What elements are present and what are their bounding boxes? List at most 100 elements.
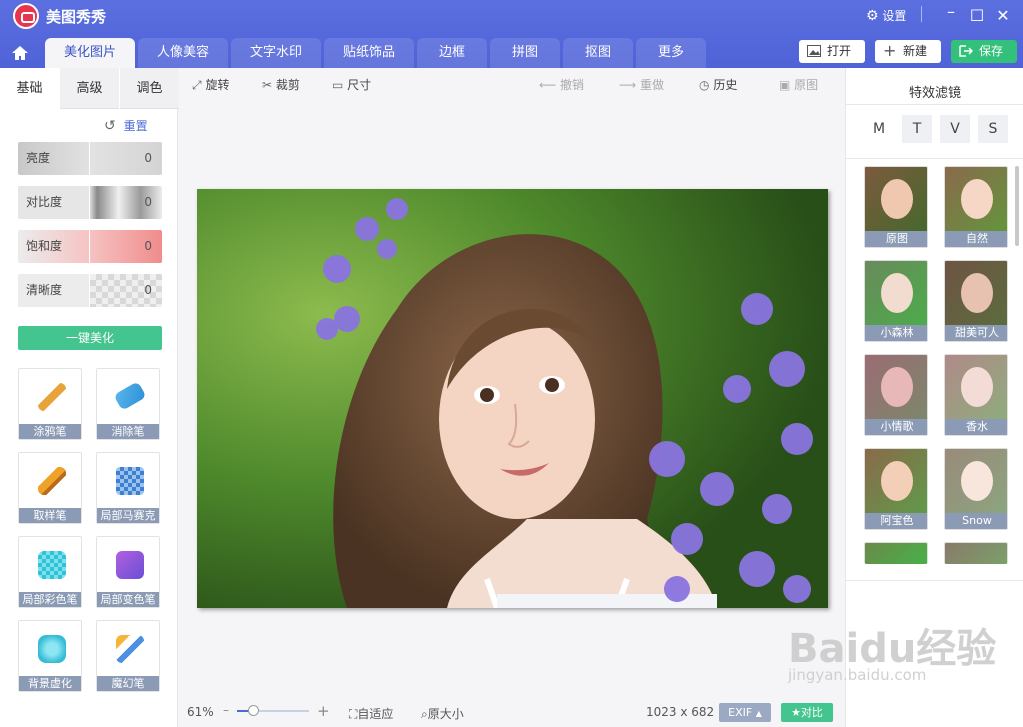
settings-button[interactable]: ⚙ 设置 [866,7,906,24]
tab-border[interactable]: 边框 [417,38,487,68]
zoom-level: 61% [187,705,214,719]
tab-advanced[interactable]: 高级 [60,68,119,109]
zoom-slider-handle[interactable] [248,705,259,716]
filter-thumb-snow[interactable]: Snow [944,448,1008,530]
filter-category-v[interactable]: V [940,115,970,143]
undo-arrow-icon: ⟵ [539,78,557,92]
tab-beautify[interactable]: 美化图片 [45,38,135,68]
saturation-slider[interactable]: 饱和度 0 [18,230,162,263]
size-button[interactable]: ▭ 尺寸 [332,76,371,93]
tool-mosaic-pen[interactable]: 局部马赛克 [96,452,160,524]
filter-category-m[interactable]: M [864,115,894,143]
tool-color-pen[interactable]: 局部彩色笔 [18,536,82,608]
filter-label: 小森林 [865,325,927,341]
tab-basic[interactable]: 基础 [0,68,59,109]
undo-button[interactable]: ⟵ 撤销 [539,76,584,93]
thumb-face [881,273,913,313]
tab-color-tone[interactable]: 调色 [120,68,179,109]
filter-thumb-sweet[interactable]: 甜美可人 [944,260,1008,342]
filter-thumb-original[interactable]: 原图 [864,166,928,248]
filter-scrollbar[interactable] [1015,166,1019,246]
tab-portrait[interactable]: 人像美容 [138,38,228,68]
redo-arrow-icon: ⟶ [619,78,637,92]
tab-text[interactable]: 文字水印 [231,38,321,68]
filter-thumb-love-song[interactable]: 小情歌 [864,354,928,436]
status-bar: 61% – + ⛶自适应 ⌕原大小 1023 x 682 EXIF ▲ ★对比 [179,700,844,727]
saturation-label: 饱和度 [26,239,63,253]
magnifier-icon: ⌕ [421,707,428,721]
crop-button[interactable]: ✂ 裁剪 [262,76,300,93]
image-icon: ▣ [779,78,791,92]
resize-icon: ▭ [332,78,344,92]
redo-button[interactable]: ⟶ 重做 [619,76,664,93]
blur-bg-icon [38,635,66,663]
divider [846,104,1023,105]
home-icon [12,46,28,60]
tool-label: 背景虚化 [19,676,81,691]
home-button[interactable] [0,38,40,68]
tab-stickers[interactable]: 贴纸饰品 [324,38,414,68]
tool-recolor-pen[interactable]: 局部变色笔 [96,536,160,608]
close-button[interactable]: ✕ [993,6,1013,25]
tab-more[interactable]: 更多 [636,38,706,68]
tool-sample-pen[interactable]: 取样笔 [18,452,82,524]
tool-eraser-pen[interactable]: 消除笔 [96,368,160,440]
compare-button[interactable]: ★对比 [781,703,833,722]
zoom-out-button[interactable]: – [223,703,229,717]
scissors-icon: ✂ [262,78,273,92]
filter-label: 香水 [945,419,1007,435]
tool-blur-background[interactable]: 背景虚化 [18,620,82,692]
tool-doodle-pen[interactable]: 涂鸦笔 [18,368,82,440]
fit-button[interactable]: ⛶自适应 [349,705,393,722]
left-panel: 基础 高级 调色 ↺ 重置 亮度 0 对比度 0 饱和度 0 清晰度 0 一键美… [0,68,179,727]
tool-label: 魔幻笔 [97,676,159,691]
sample-brush-icon [38,467,66,495]
brightness-slider[interactable]: 亮度 0 [18,142,162,175]
zoom-in-button[interactable]: + [317,702,330,720]
original-label: 原图 [794,78,819,92]
filter-thumb-partial[interactable] [944,542,1008,564]
caret-up-icon: ▲ [755,709,762,718]
actual-size-button[interactable]: ⌕原大小 [421,705,464,722]
tool-label: 取样笔 [19,508,81,523]
filter-label: 甜美可人 [945,325,1007,341]
photo-canvas[interactable] [197,189,828,608]
tab-collage[interactable]: 拼图 [490,38,560,68]
save-label: 保存 [979,44,1004,58]
tool-magic-pen[interactable]: 魔幻笔 [96,620,160,692]
open-button[interactable]: 打开 [799,40,865,63]
filter-category-t[interactable]: T [902,115,932,143]
contrast-slider[interactable]: 对比度 0 [18,186,162,219]
magic-pen-icon [116,635,144,663]
undo-label: 撤销 [560,78,585,92]
clarity-value: 0 [144,283,152,297]
gear-icon: ⚙ [866,8,879,24]
filter-label: 阿宝色 [865,513,927,529]
open-label: 打开 [827,44,852,58]
minimize-button[interactable]: – [941,2,961,21]
filter-thumb-forest[interactable]: 小森林 [864,260,928,342]
rotate-button[interactable]: ⤢ 旋转 [192,76,229,93]
clarity-slider[interactable]: 清晰度 0 [18,274,162,307]
maximize-button[interactable]: ☐ [967,6,987,25]
filter-thumb-partial[interactable] [864,542,928,564]
thumb-face [961,179,993,219]
filter-category-s[interactable]: S [978,115,1008,143]
exif-button[interactable]: EXIF ▲ [719,703,771,722]
redo-label: 重做 [640,78,665,92]
filter-thumb-natural[interactable]: 自然 [944,166,1008,248]
new-button[interactable]: + 新建 [875,40,941,63]
color-pen-icon [38,551,66,579]
app-logo-icon [13,3,39,29]
original-button[interactable]: ▣ 原图 [779,76,818,93]
actual-size-label: 原大小 [427,707,464,721]
save-button[interactable]: 保存 [951,40,1017,63]
reset-button[interactable]: ↺ 重置 [104,117,148,134]
history-button[interactable]: ◷ 历史 [699,76,737,93]
tab-cutout[interactable]: 抠图 [563,38,633,68]
filter-label: Snow [945,513,1007,529]
one-key-beautify-button[interactable]: 一键美化 [18,326,162,350]
filter-thumb-perfume[interactable]: 香水 [944,354,1008,436]
filter-label: 小情歌 [865,419,927,435]
filter-thumb-abao[interactable]: 阿宝色 [864,448,928,530]
